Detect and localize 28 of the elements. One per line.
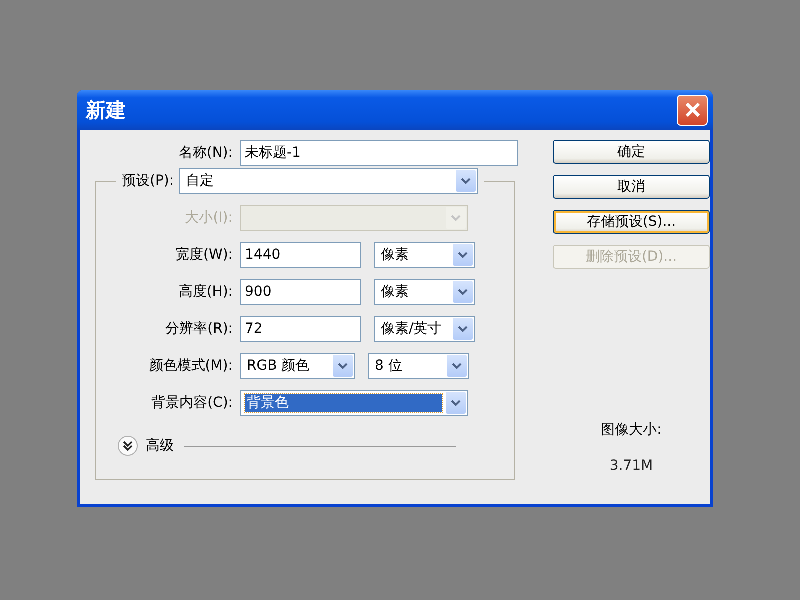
double-chevron-icon[interactable]: [118, 436, 138, 456]
window-title: 新建: [86, 96, 126, 124]
number-field[interactable]: 1440: [240, 242, 361, 268]
field-label: 宽度(W):: [174, 246, 233, 264]
unit-dropdown[interactable]: 像素: [374, 279, 475, 305]
image-size-label: 图像大小:: [601, 421, 662, 439]
dropdown[interactable]: 背景色: [240, 390, 468, 416]
field-label: 大小(I):: [184, 209, 233, 227]
dialog-button[interactable]: 取消: [553, 175, 710, 199]
depth-dropdown[interactable]: 8 位: [368, 353, 469, 379]
name-label: 名称(N):: [178, 144, 233, 162]
preset-dropdown[interactable]: 自定: [179, 168, 478, 194]
dialog-button[interactable]: 存储预设(S)...: [553, 210, 710, 234]
dialog-button[interactable]: 确定: [553, 140, 710, 164]
number-field[interactable]: 900: [240, 279, 361, 305]
advanced-label: 高级: [146, 437, 174, 455]
number-field[interactable]: 72: [240, 316, 361, 342]
close-button[interactable]: [677, 94, 708, 126]
name-field[interactable]: 未标题-1: [240, 140, 518, 166]
image-size-value: 3.71M: [610, 458, 654, 474]
preset-label: 预设(P):: [122, 172, 174, 190]
unit-dropdown[interactable]: 像素: [374, 242, 475, 268]
field-label: 高度(H):: [178, 283, 233, 301]
field-label: 颜色模式(M):: [148, 357, 233, 375]
field-label: 分辨率(R):: [164, 320, 233, 338]
mode-dropdown[interactable]: RGB 颜色: [240, 353, 355, 379]
unit-dropdown[interactable]: 像素/英寸: [374, 316, 475, 342]
field-label: 背景内容(C):: [150, 394, 233, 412]
